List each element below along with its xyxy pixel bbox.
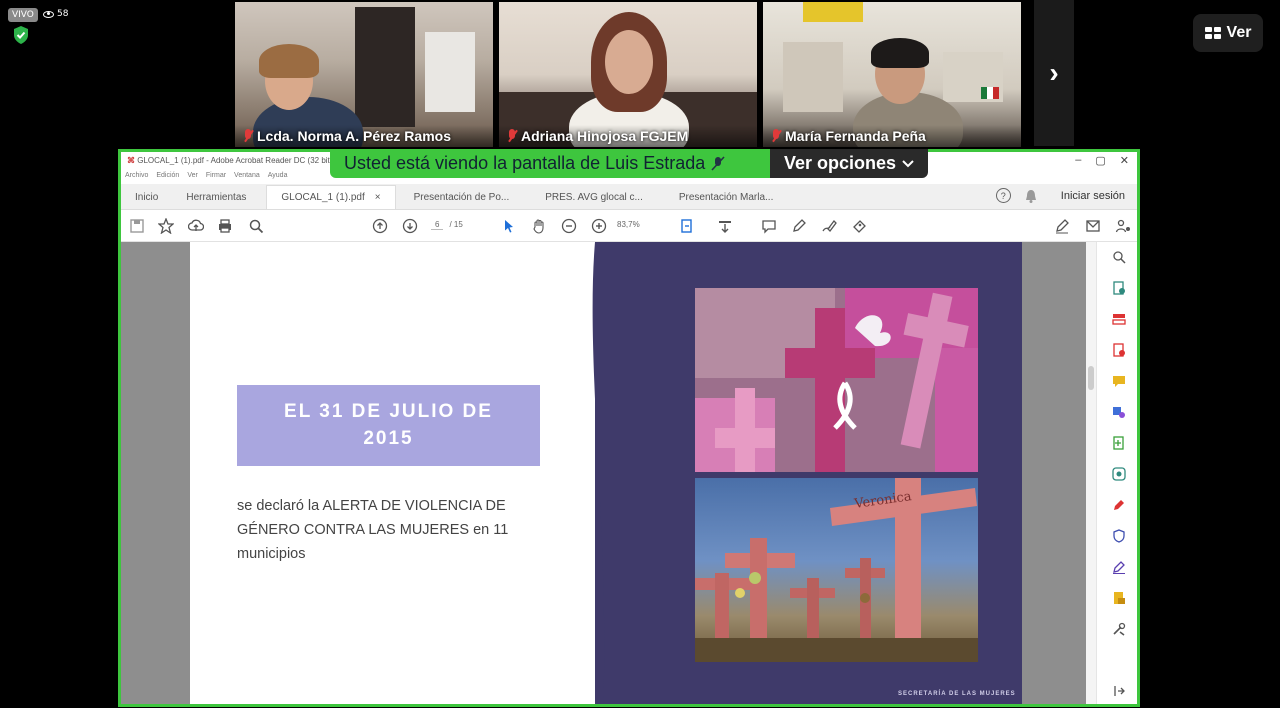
flag — [981, 87, 999, 99]
acrobat-logo-icon: ⌘ — [127, 156, 135, 165]
mic-muted-icon — [711, 155, 725, 171]
menu-ventana[interactable]: Ventana — [234, 172, 260, 184]
live-badge: VIVO — [8, 8, 38, 22]
view-button[interactable]: Ver — [1193, 14, 1263, 52]
combine-icon[interactable] — [1112, 436, 1126, 450]
security-shield-icon[interactable] — [12, 25, 30, 45]
help-icon[interactable]: ? — [995, 188, 1011, 203]
next-participants-button[interactable]: › — [1034, 0, 1074, 146]
scrollbar-thumb[interactable] — [1088, 366, 1094, 390]
fill-sign-tool-icon[interactable] — [1112, 498, 1126, 512]
mic-muted-icon — [771, 129, 781, 143]
window — [425, 32, 475, 112]
zoom-in-icon[interactable] — [591, 218, 607, 234]
photo-pink-crosses — [695, 288, 978, 472]
tab-inicio[interactable]: Inicio — [121, 185, 172, 209]
scan-icon[interactable] — [1112, 467, 1126, 481]
eye-icon — [43, 10, 54, 18]
menu-archivo[interactable]: Archivo — [125, 172, 148, 184]
hand-tool-icon[interactable] — [531, 218, 547, 234]
slide-footer: SECRETARÍA DE LAS MUJERES — [898, 691, 1016, 697]
menu-ayuda[interactable]: Ayuda — [268, 172, 288, 184]
save-icon[interactable] — [129, 218, 145, 234]
maximize-icon[interactable]: ▢ — [1095, 154, 1105, 167]
slide-heading: EL 31 DE JULIO DE 2015 — [237, 385, 540, 466]
participant-name-3: María Fernanda Peña — [763, 125, 1021, 147]
participant-name-1: Lcda. Norma A. Pérez Ramos — [235, 125, 493, 147]
share-user-icon[interactable] — [1115, 218, 1131, 234]
pdf-page: EL 31 DE JULIO DE 2015 se declaró la ALE… — [190, 242, 1022, 704]
photo-crosses-sky: Veronica — [695, 478, 978, 662]
page-down-icon[interactable] — [402, 218, 418, 234]
more-tools-icon[interactable] — [1112, 622, 1126, 636]
doc-tab-1[interactable]: GLOCAL_1 (1).pdf × — [266, 185, 396, 209]
video-tile-1[interactable]: Lcda. Norma A. Pérez Ramos — [235, 2, 493, 147]
layout-grid-icon — [1204, 27, 1221, 39]
tab-bar: Inicio Herramientas GLOCAL_1 (1).pdf × P… — [121, 184, 1137, 210]
protect-shield-icon[interactable] — [1112, 529, 1126, 543]
menu-edicion[interactable]: Edición — [156, 172, 179, 184]
fill-sign-icon[interactable] — [1054, 218, 1070, 234]
doc-tab-3[interactable]: PRES. AVG glocal c... — [527, 185, 661, 209]
zoom-tool-icon[interactable] — [1112, 250, 1126, 264]
tools-sidebar — [1096, 242, 1137, 704]
menu-firmar[interactable]: Firmar — [206, 172, 226, 184]
close-icon[interactable]: ✕ — [1120, 154, 1129, 167]
stamp-icon[interactable] — [851, 218, 867, 234]
select-cursor-icon[interactable] — [501, 218, 517, 234]
star-icon[interactable] — [158, 218, 174, 234]
tab-herramientas[interactable]: Herramientas — [172, 185, 266, 209]
sign-icon[interactable] — [821, 218, 837, 234]
view-options-button[interactable]: Ver opciones — [770, 149, 928, 178]
zoom-meeting: VIVO 58 Lcda. Norma A. Pérez Ramos Adria… — [0, 0, 1280, 708]
print-icon[interactable] — [217, 218, 233, 234]
chevron-down-icon — [902, 159, 914, 167]
viewer-count-value: 58 — [57, 9, 69, 19]
create-pdf-icon[interactable] — [1112, 312, 1126, 326]
cloud-upload-icon[interactable] — [188, 218, 204, 234]
comment-tool-icon[interactable] — [1112, 374, 1126, 388]
zoom-level[interactable]: 83,7% — [617, 220, 640, 229]
collapse-panel-icon[interactable] — [1112, 684, 1126, 698]
minimize-icon[interactable]: – — [1075, 154, 1081, 167]
doc-tab-2[interactable]: Presentación de Po... — [396, 185, 528, 209]
acrobat-toolbar: 6 / 15 83,7% — [121, 210, 1137, 242]
page-total: / 15 — [449, 220, 463, 229]
scroll-mode-icon[interactable] — [717, 218, 733, 234]
document-viewer[interactable]: EL 31 DE JULIO DE 2015 se declaró la ALE… — [121, 242, 1086, 704]
edit-pdf-icon[interactable] — [1112, 343, 1126, 357]
page-fit-icon[interactable] — [679, 218, 695, 234]
vertical-scrollbar[interactable] — [1086, 242, 1096, 704]
page-number-input[interactable]: 6 — [431, 220, 444, 230]
window-title: GLOCAL_1 (1).pdf - Adobe Acrobat Reader … — [137, 156, 333, 165]
viewer-count: 58 — [43, 9, 68, 19]
zoom-out-icon[interactable] — [561, 218, 577, 234]
search-icon[interactable] — [248, 218, 264, 234]
comment-icon[interactable] — [761, 218, 777, 234]
bell-icon[interactable] — [1025, 189, 1037, 203]
mic-muted-icon — [243, 129, 253, 143]
send-for-signature-icon[interactable] — [1112, 560, 1126, 574]
doc-tab-4[interactable]: Presentación Marla... — [661, 185, 792, 209]
screen-share-banner: Usted está viendo la pantalla de Luis Es… — [330, 149, 770, 178]
page-navigation: 6 / 15 — [431, 220, 463, 230]
organize-icon[interactable] — [1112, 405, 1126, 419]
shared-screen: ⌘ GLOCAL_1 (1).pdf - Adobe Acrobat Reade… — [118, 149, 1140, 707]
slide-body-text: se declaró la ALERTA DE VIOLENCIA DE GÉN… — [237, 498, 509, 562]
mic-muted-icon — [507, 129, 517, 143]
participant-name-2: Adriana Hinojosa FGJEM — [499, 125, 757, 147]
video-tile-3[interactable]: María Fernanda Peña — [763, 2, 1021, 147]
export-pdf-icon[interactable] — [1112, 281, 1126, 295]
signin-link[interactable]: Iniciar sesión — [1061, 190, 1125, 202]
cabinet — [355, 7, 415, 127]
rich-media-icon[interactable] — [1112, 591, 1126, 605]
email-icon[interactable] — [1085, 218, 1101, 234]
pen-icon[interactable] — [791, 218, 807, 234]
video-tile-2[interactable]: Adriana Hinojosa FGJEM — [499, 2, 757, 147]
page-up-icon[interactable] — [372, 218, 388, 234]
menu-ver[interactable]: Ver — [187, 172, 198, 184]
close-icon[interactable]: × — [375, 192, 381, 203]
